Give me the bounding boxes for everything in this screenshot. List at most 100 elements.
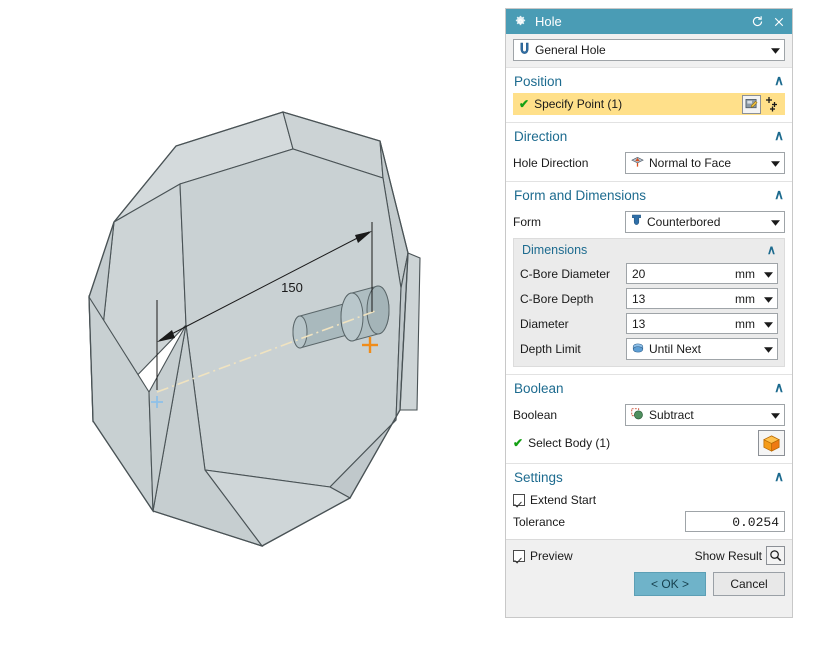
sketch-point-icon[interactable]: [742, 94, 761, 114]
section-position: Position ∧ ✔ Specify Point (1): [506, 67, 792, 122]
form-select[interactable]: Counterbored: [625, 211, 785, 233]
section-settings-body: Extend Start Tolerance 0.0254: [506, 493, 792, 539]
hole-type-label: General Hole: [535, 43, 606, 57]
chevron-down-icon[interactable]: [764, 342, 773, 356]
normal-to-face-icon: [631, 156, 644, 171]
section-position-header[interactable]: Position ∧: [506, 68, 792, 93]
boolean-row: Boolean Subtract: [513, 404, 785, 426]
section-form-title: Form and Dimensions: [514, 187, 647, 203]
ok-button[interactable]: < OK >: [634, 572, 706, 596]
cbore-depth-label: C-Bore Depth: [520, 291, 594, 306]
section-form-header[interactable]: Form and Dimensions ∧: [506, 182, 792, 207]
hole-type-icon: [519, 42, 530, 58]
cbore-diameter-row: C-Bore Diameter 20 mm: [520, 263, 778, 284]
hole-direction-row: Hole Direction Normal to Face: [513, 152, 785, 174]
application-window: 150 Hole General Hole Position ∧ ✔ Speci…: [0, 0, 829, 647]
3d-viewport[interactable]: 150: [0, 0, 500, 647]
reset-icon[interactable]: [751, 15, 764, 28]
section-direction-title: Direction: [514, 128, 568, 144]
hole-direction-label: Hole Direction: [513, 156, 589, 170]
chevron-down-icon[interactable]: [771, 43, 780, 57]
tolerance-row: Tolerance 0.0254: [513, 511, 785, 532]
section-boolean-title: Boolean: [514, 380, 564, 396]
chevron-up-icon[interactable]: ∧: [774, 380, 784, 396]
gear-icon[interactable]: [514, 15, 527, 28]
form-value: Counterbored: [647, 215, 721, 229]
cbore-diameter-unit: mm: [735, 266, 755, 281]
check-icon: ✔: [513, 436, 524, 450]
cbore-depth-value: 13: [632, 291, 646, 306]
section-boolean: Boolean ∧ Boolean Subtract ✔ Select Body…: [506, 374, 792, 463]
chevron-down-icon[interactable]: [771, 156, 780, 170]
section-direction-body: Hole Direction Normal to Face: [506, 152, 792, 181]
select-body-row[interactable]: ✔ Select Body (1): [513, 430, 785, 456]
depth-limit-row: Depth Limit Until Next: [520, 338, 778, 360]
point-set-icon[interactable]: [761, 94, 783, 114]
specify-point-row[interactable]: ✔ Specify Point (1): [513, 93, 785, 115]
section-form-and-dimensions: Form and Dimensions ∧ Form Counterbored …: [506, 181, 792, 374]
specify-point-label: Specify Point (1): [534, 97, 623, 111]
solid-body-icon[interactable]: [758, 430, 785, 456]
tolerance-input[interactable]: 0.0254: [685, 511, 785, 532]
preview-label: Preview: [530, 548, 573, 563]
extend-start-checkbox[interactable]: [513, 494, 525, 506]
diameter-row: Diameter 13 mm: [520, 313, 778, 334]
boolean-label: Boolean: [513, 408, 558, 422]
chevron-down-icon[interactable]: [764, 317, 773, 331]
select-body-label: Select Body (1): [528, 436, 611, 450]
extend-start-label: Extend Start: [530, 493, 597, 507]
check-icon: ✔: [519, 97, 530, 111]
section-settings: Settings ∧ Extend Start Tolerance 0.0254: [506, 463, 792, 539]
chevron-up-icon[interactable]: ∧: [774, 469, 784, 485]
preview-checkbox[interactable]: [513, 549, 525, 562]
diameter-unit: mm: [735, 316, 755, 331]
cancel-button[interactable]: Cancel: [713, 572, 785, 596]
subtract-icon: [631, 407, 644, 423]
counterbored-icon: [631, 214, 642, 230]
boolean-value: Subtract: [649, 408, 694, 422]
diameter-input[interactable]: 13 mm: [626, 313, 778, 334]
form-label: Form: [513, 215, 541, 229]
dialog-title: Hole: [535, 14, 562, 29]
dimension-value-label: 150: [281, 280, 303, 295]
section-settings-header[interactable]: Settings ∧: [506, 464, 792, 489]
chevron-up-icon[interactable]: ∧: [767, 242, 776, 257]
section-boolean-header[interactable]: Boolean ∧: [506, 375, 792, 400]
hole-type-row: General Hole: [506, 34, 792, 67]
section-direction-header[interactable]: Direction ∧: [506, 123, 792, 148]
form-row: Form Counterbored: [513, 211, 785, 233]
chevron-down-icon[interactable]: [771, 408, 780, 422]
dimensions-title: Dimensions: [522, 242, 588, 257]
section-position-body: ✔ Specify Point (1): [506, 93, 792, 122]
extend-start-row[interactable]: Extend Start: [513, 493, 785, 507]
chevron-down-icon[interactable]: [771, 215, 780, 229]
chevron-up-icon[interactable]: ∧: [774, 73, 784, 89]
section-settings-title: Settings: [514, 469, 563, 485]
dimensions-subgroup: Dimensions ∧ C-Bore Diameter 20 mm C-Bor…: [513, 238, 785, 367]
until-next-icon: [632, 342, 644, 357]
dimensions-header[interactable]: Dimensions ∧: [520, 239, 778, 259]
magnifier-icon[interactable]: [766, 546, 785, 565]
close-icon[interactable]: [773, 16, 785, 28]
chevron-down-icon[interactable]: [764, 292, 773, 306]
chevron-up-icon[interactable]: ∧: [774, 187, 784, 203]
dialog-titlebar[interactable]: Hole: [506, 9, 792, 34]
depth-limit-value: Until Next: [649, 342, 702, 356]
section-direction: Direction ∧ Hole Direction Normal to Fac…: [506, 122, 792, 181]
hole-direction-select[interactable]: Normal to Face: [625, 152, 785, 174]
cbore-diameter-input[interactable]: 20 mm: [626, 263, 778, 284]
hole-type-select[interactable]: General Hole: [513, 39, 785, 61]
section-position-title: Position: [514, 73, 563, 89]
boolean-select[interactable]: Subtract: [625, 404, 785, 426]
chevron-down-icon[interactable]: [764, 267, 773, 281]
cbore-diameter-value: 20: [632, 266, 646, 281]
dialog-footer: Preview Show Result < OK > Cancel: [506, 539, 792, 603]
diameter-label: Diameter: [520, 316, 569, 331]
hole-dialog: Hole General Hole Position ∧ ✔ Specify P…: [505, 8, 793, 618]
cbore-depth-unit: mm: [735, 291, 755, 306]
tolerance-label: Tolerance: [513, 514, 566, 529]
depth-limit-select[interactable]: Until Next: [626, 338, 778, 360]
section-boolean-body: Boolean Subtract ✔ Select Body (1): [506, 404, 792, 463]
chevron-up-icon[interactable]: ∧: [774, 128, 784, 144]
cbore-depth-input[interactable]: 13 mm: [626, 288, 778, 309]
